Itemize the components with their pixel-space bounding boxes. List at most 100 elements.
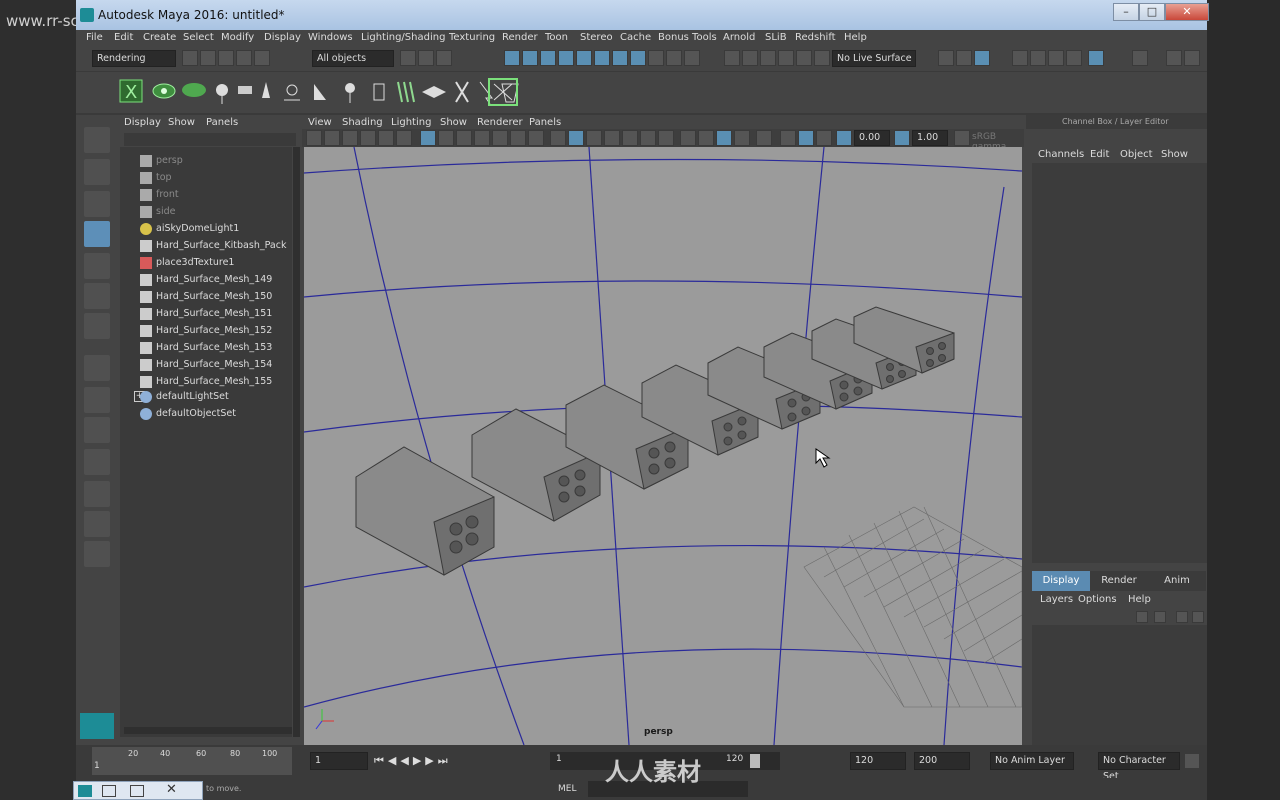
outliner-item-skydome[interactable]: aiSkyDomeLight1 [140, 221, 239, 237]
outliner-item-mesh-151[interactable]: Hard_Surface_Mesh_151 [140, 306, 272, 322]
select-tool-icon[interactable] [84, 127, 110, 153]
rotate-tool-icon[interactable] [84, 253, 110, 279]
tab-display[interactable]: Display [1032, 571, 1090, 591]
symmetry-icon[interactable] [612, 50, 628, 66]
tab-render[interactable]: Render [1090, 571, 1148, 591]
input-ops-icon[interactable] [938, 50, 954, 66]
volume-light-icon[interactable] [345, 83, 355, 103]
hypershade-layout-icon[interactable] [84, 511, 110, 537]
layer-menu-options[interactable]: Options [1078, 594, 1117, 605]
close-button[interactable]: ✕ [1165, 3, 1209, 21]
safe-title-icon[interactable] [528, 130, 544, 146]
channel-menu-edit[interactable]: Edit [1090, 149, 1109, 160]
viewport-menu-panels[interactable]: Panels [529, 117, 561, 128]
snap-view-plane-icon[interactable] [576, 50, 592, 66]
current-frame-field[interactable]: 1 [310, 752, 368, 770]
select-object-icon[interactable] [418, 50, 434, 66]
wireframe-on-shaded-icon[interactable] [586, 130, 602, 146]
menu-help[interactable]: Help [844, 32, 867, 43]
outliner-menu-panels[interactable]: Panels [206, 117, 238, 128]
outliner-item-kitbash-pack[interactable]: Hard_Surface_Kitbash_Pack [140, 238, 286, 254]
four-pane-layout-icon[interactable] [84, 387, 110, 413]
layer-menu-help[interactable]: Help [1128, 594, 1151, 605]
area-light-icon[interactable] [238, 86, 252, 94]
lasso-tool-icon[interactable] [84, 159, 110, 185]
outliner-persp-layout-icon[interactable] [84, 449, 110, 475]
snap-grid-icon[interactable] [504, 50, 520, 66]
grease-pencil-icon[interactable] [396, 130, 412, 146]
outliner-item-mesh-150[interactable]: Hard_Surface_Mesh_150 [140, 289, 272, 305]
menu-toon[interactable]: Toon [545, 32, 568, 43]
hypershade-icon[interactable] [1088, 50, 1104, 66]
outliner-item-top[interactable]: top [140, 170, 172, 186]
taskbar-maya-icon[interactable] [78, 785, 92, 797]
paint-select-icon[interactable] [84, 191, 110, 217]
xray-joints-icon[interactable] [780, 130, 796, 146]
camera-gates-icon[interactable] [816, 130, 832, 146]
viewport-menu-show[interactable]: Show [440, 117, 467, 128]
construction-history-icon[interactable] [974, 50, 990, 66]
outliner-hscrollbar[interactable] [124, 727, 292, 734]
snap-center-icon[interactable] [814, 50, 830, 66]
render-settings-icon[interactable] [1066, 50, 1082, 66]
outliner-menu-display[interactable]: Display [124, 117, 161, 128]
snap-live-icon[interactable] [594, 50, 610, 66]
menu-lighting-shading[interactable]: Lighting/Shading [361, 32, 445, 43]
isolate-select-icon[interactable] [734, 130, 750, 146]
anim-end-field[interactable]: 120 [850, 752, 906, 770]
light-link-icon[interactable] [373, 83, 385, 101]
taskbar-restore-icon[interactable] [102, 785, 116, 797]
exposure-icon[interactable] [836, 130, 852, 146]
outliner-item-persp[interactable]: persp [140, 153, 183, 169]
snap-vertex-icon[interactable] [760, 50, 776, 66]
history-icon[interactable] [684, 50, 700, 66]
resolution-gate-icon[interactable] [456, 130, 472, 146]
new-scene-icon[interactable] [182, 50, 198, 66]
single-pane-layout-icon[interactable] [84, 355, 110, 381]
menu-redshift[interactable]: Redshift [795, 32, 836, 43]
outliner-item-mesh-155[interactable]: Hard_Surface_Mesh_155 [140, 374, 272, 390]
channel-menu-show[interactable]: Show [1161, 149, 1188, 160]
film-gate-icon[interactable] [438, 130, 454, 146]
menu-select[interactable]: Select [183, 32, 214, 43]
new-layer-selected-icon[interactable] [1192, 611, 1204, 623]
snap-face-icon[interactable] [796, 50, 812, 66]
range-handle-icon[interactable] [750, 754, 760, 768]
new-layer-icon[interactable] [1176, 611, 1188, 623]
outliner-filter-field[interactable] [124, 133, 296, 146]
time-ruler[interactable]: 20 40 60 80 100 1 [92, 747, 292, 775]
shadows-icon[interactable] [640, 130, 656, 146]
image-plane-icon[interactable] [360, 130, 376, 146]
custom-layout-icon[interactable] [84, 541, 110, 567]
xray-components-icon[interactable] [798, 130, 814, 146]
2d-pan-zoom-icon[interactable] [378, 130, 394, 146]
two-pane-layout-icon[interactable] [84, 417, 110, 443]
gate-mask-icon[interactable] [474, 130, 490, 146]
layout-icon[interactable] [1132, 50, 1148, 66]
snap-curve-icon[interactable] [522, 50, 538, 66]
textured-icon[interactable] [604, 130, 620, 146]
view-transform-icon[interactable] [954, 130, 970, 146]
snap-together-icon[interactable] [742, 50, 758, 66]
channel-menu-channels[interactable]: Channels [1038, 149, 1084, 160]
universal-manip-icon[interactable] [84, 313, 110, 339]
anim-layer-dropdown[interactable]: No Anim Layer [990, 752, 1074, 770]
redo-icon[interactable] [254, 50, 270, 66]
shader-eye-icon[interactable] [152, 83, 176, 99]
directional-light-icon[interactable] [262, 82, 270, 98]
selection-mask-dropdown[interactable]: All objects [312, 50, 394, 67]
output-ops-icon[interactable] [956, 50, 972, 66]
menuset-dropdown[interactable]: Rendering [92, 50, 176, 67]
viewport-menu-shading[interactable]: Shading [342, 117, 383, 128]
character-set-dropdown[interactable]: No Character Set [1098, 752, 1180, 782]
attribute-editor-toggle-icon[interactable] [1166, 50, 1182, 66]
lights-array-icon[interactable] [397, 81, 415, 103]
select-hierarchy-icon[interactable] [400, 50, 416, 66]
point-light-icon[interactable] [284, 84, 300, 101]
render-frame-icon[interactable] [1030, 50, 1046, 66]
lock-icon[interactable] [666, 50, 682, 66]
camera-attributes-icon[interactable] [324, 130, 340, 146]
spot-light-icon[interactable] [314, 84, 326, 100]
camera-select-icon[interactable] [306, 130, 322, 146]
menu-display[interactable]: Display [264, 32, 301, 43]
